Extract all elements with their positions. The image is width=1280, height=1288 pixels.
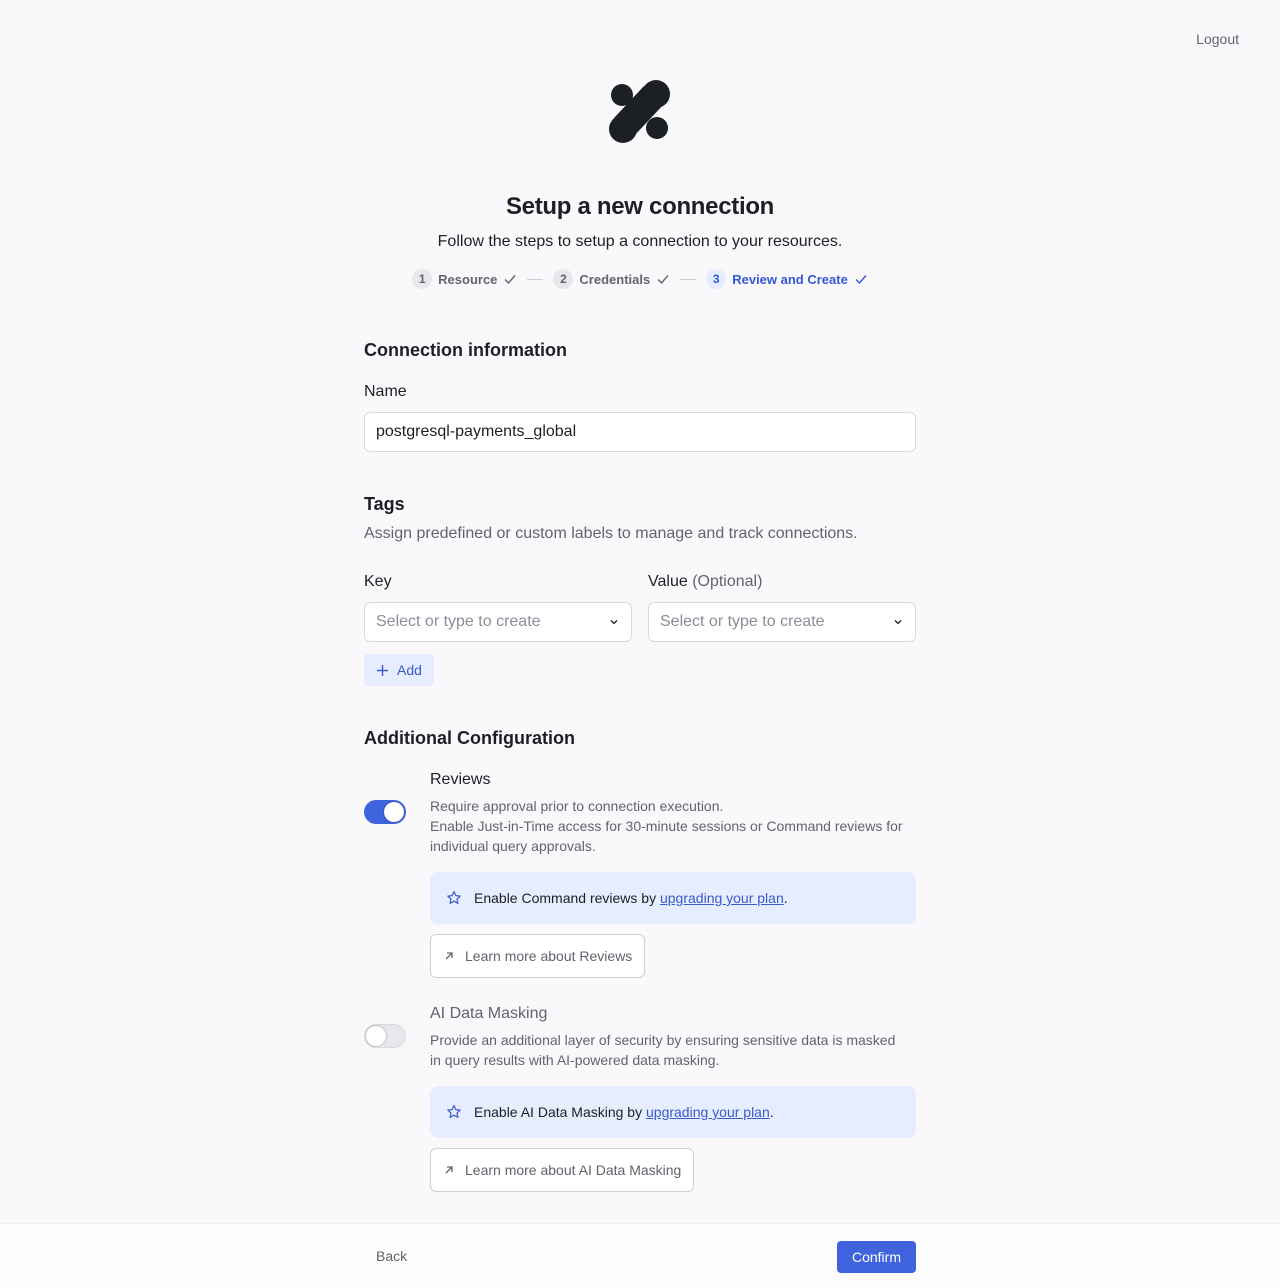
ai-data-masking-title: AI Data Masking [430, 1005, 548, 1022]
ai-data-masking-description: Provide an additional layer of security … [430, 1032, 896, 1068]
check-icon [855, 275, 867, 285]
key-label: Key [364, 573, 392, 590]
step-separator [527, 278, 544, 280]
masking-upgrade-link[interactable]: upgrading your plan [646, 1104, 770, 1120]
masking-callout-prefix: Enable AI Data Masking by [474, 1104, 646, 1120]
tags-heading: Tags [364, 494, 405, 514]
step-resource: 1 Resource [412, 269, 517, 289]
connection-info-heading: Connection information [364, 340, 567, 360]
ai-data-masking-upgrade-callout: Enable AI Data Masking by upgrading your… [430, 1086, 916, 1138]
add-tag-button[interactable]: Add [364, 654, 434, 686]
learn-more-ai-data-masking-button[interactable]: Learn more about AI Data Masking [430, 1148, 695, 1192]
step-number: 3 [706, 269, 727, 289]
logout-link[interactable]: Logout [1196, 31, 1239, 47]
arrow-up-right-icon [445, 952, 453, 960]
additional-config-heading: Additional Configuration [364, 728, 575, 748]
add-tag-label: Add [397, 662, 422, 678]
step-label: Resource [438, 271, 498, 287]
value-select[interactable]: Select or type to create [648, 602, 916, 642]
star-icon [447, 1105, 461, 1118]
learn-more-reviews-label: Learn more about Reviews [465, 948, 633, 964]
tags-description: Assign predefined or custom labels to ma… [364, 525, 858, 542]
arrow-up-right-icon [445, 1166, 453, 1174]
learn-more-reviews-button[interactable]: Learn more about Reviews [430, 934, 646, 978]
step-review-and-create: 3 Review and Create [706, 269, 868, 289]
footer-bar: Back Confirm [0, 1223, 1280, 1288]
masking-callout-suffix: . [769, 1104, 774, 1120]
key-select-placeholder: Select or type to create [376, 613, 541, 630]
stepper: 1 Resource 2 Credentials 3 Review and Cr… [0, 269, 1280, 289]
plus-icon [377, 664, 388, 676]
value-optional-hint: (Optional) [692, 573, 763, 590]
step-separator [680, 278, 697, 280]
back-button[interactable]: Back [376, 1248, 407, 1264]
reviews-upgrade-link[interactable]: upgrading your plan [660, 890, 784, 906]
chevron-down-icon [610, 620, 618, 625]
step-number: 2 [553, 269, 574, 289]
reviews-callout-prefix: Enable Command reviews by [474, 890, 660, 906]
name-label: Name [364, 383, 407, 400]
reviews-callout-suffix: . [783, 890, 788, 906]
key-select[interactable]: Select or type to create [364, 602, 632, 642]
reviews-desc-line1: Require approval prior to connection exe… [430, 798, 724, 814]
name-input[interactable] [364, 412, 916, 452]
ai-data-masking-toggle[interactable] [364, 1024, 406, 1048]
step-label: Review and Create [732, 271, 848, 287]
page-subtitle: Follow the steps to setup a connection t… [437, 233, 843, 250]
step-number: 1 [412, 269, 433, 289]
chevron-down-icon [894, 620, 902, 625]
toggle-knob [366, 1026, 386, 1046]
learn-more-masking-label: Learn more about AI Data Masking [465, 1162, 682, 1178]
check-icon [657, 275, 669, 285]
toggle-knob [384, 802, 404, 822]
reviews-upgrade-callout: Enable Command reviews by upgrading your… [430, 872, 916, 924]
check-icon [504, 275, 516, 285]
reviews-desc-line2: Enable Just-in-Time access for 30-minute… [430, 818, 903, 854]
page-title: Setup a new connection [505, 193, 775, 220]
reviews-title: Reviews [430, 771, 491, 788]
confirm-button[interactable]: Confirm [837, 1241, 916, 1273]
masking-callout-text: Enable AI Data Masking by upgrading your… [474, 1104, 774, 1120]
value-label: Value (Optional) [648, 573, 762, 591]
reviews-toggle[interactable] [364, 800, 406, 824]
step-label: Credentials [579, 271, 651, 287]
reviews-description: Require approval prior to connection exe… [430, 796, 916, 856]
value-select-placeholder: Select or type to create [660, 613, 825, 630]
app-logo [609, 80, 670, 143]
reviews-callout-text: Enable Command reviews by upgrading your… [474, 890, 788, 906]
step-credentials: 2 Credentials [553, 269, 670, 289]
value-label-text: Value [648, 573, 688, 590]
star-icon [447, 891, 461, 904]
